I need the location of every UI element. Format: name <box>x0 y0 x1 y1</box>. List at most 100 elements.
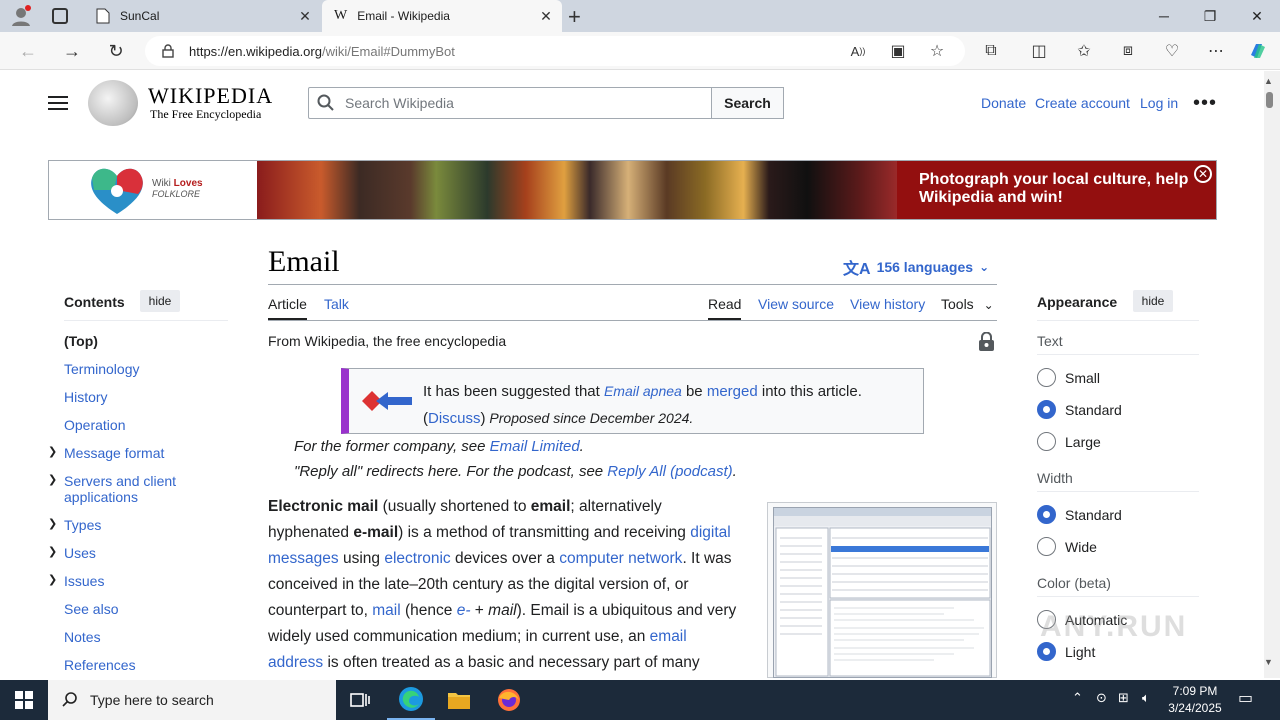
tab-email-wikipedia[interactable]: W Email - Wikipedia ✕ <box>322 0 562 32</box>
page-scrollbar[interactable] <box>1264 71 1280 678</box>
toc-item-servers-clients[interactable]: Servers and client applications <box>64 473 194 505</box>
back-button[interactable]: ← <box>13 36 43 66</box>
search-input[interactable]: Search Wikipedia <box>308 87 712 119</box>
close-tab-button[interactable]: ✕ <box>538 8 554 25</box>
color-light-label[interactable]: Light <box>1065 644 1095 660</box>
toc-item-uses[interactable]: Uses <box>64 545 229 561</box>
windows-start-icon[interactable] <box>0 680 48 720</box>
width-wide-label[interactable]: Wide <box>1065 539 1097 555</box>
email-apnea-link[interactable]: Email apnea <box>604 383 682 399</box>
tools-menu[interactable]: Tools ⌄ <box>941 296 994 312</box>
color-light-radio[interactable] <box>1037 642 1056 661</box>
email-limited-link[interactable]: Email Limited <box>490 438 580 455</box>
text-small-label[interactable]: Small <box>1065 370 1100 386</box>
scroll-up-arrow[interactable]: ▲ <box>1264 76 1273 86</box>
browser-essentials-icon[interactable]: ♡ <box>1157 36 1187 66</box>
tab-view-history[interactable]: View history <box>850 296 925 312</box>
task-view-icon[interactable] <box>336 680 384 720</box>
expand-caret-icon[interactable]: ❯ <box>48 445 57 458</box>
e-prefix-link[interactable]: e- <box>457 602 471 619</box>
favorite-star-icon[interactable]: ☆ <box>922 36 952 66</box>
show-hidden-icons[interactable]: ⌃ <box>1072 690 1083 706</box>
tab-view-source[interactable]: View source <box>758 296 834 312</box>
close-tab-button[interactable]: ✕ <box>297 8 313 25</box>
main-menu-icon[interactable] <box>48 93 68 111</box>
expand-caret-icon[interactable]: ❯ <box>48 473 57 486</box>
toc-item-notes[interactable]: Notes <box>64 629 229 645</box>
immersive-reader-icon[interactable]: ▣ <box>883 36 913 66</box>
tab-talk[interactable]: Talk <box>324 296 349 312</box>
read-aloud-icon[interactable]: A)) <box>843 36 873 66</box>
toc-item-terminology[interactable]: Terminology <box>64 361 229 377</box>
banner-close-icon[interactable]: ✕ <box>1194 165 1212 183</box>
tab-suncal[interactable]: SunCal ✕ <box>84 0 321 32</box>
wikipedia-wordmark[interactable]: WIKIPEDIA <box>148 83 273 109</box>
expand-caret-icon[interactable]: ❯ <box>48 545 57 558</box>
taskbar-clock[interactable]: 7:09 PM 3/24/2025 <box>1162 683 1228 717</box>
settings-more-icon[interactable]: ⋯ <box>1201 36 1231 66</box>
wikipedia-globe-logo[interactable] <box>88 80 138 126</box>
text-standard-label[interactable]: Standard <box>1065 402 1122 418</box>
toc-item-history[interactable]: History <box>64 389 229 405</box>
forward-button[interactable]: → <box>57 36 87 66</box>
refresh-button[interactable]: ↻ <box>101 36 131 66</box>
email-client-screenshot[interactable] <box>773 507 992 678</box>
network-icon[interactable]: ⊞ <box>1118 690 1129 706</box>
text-large-radio[interactable] <box>1037 432 1056 451</box>
file-explorer-icon[interactable] <box>435 680 483 720</box>
banner-text[interactable]: Photograph your local culture, help Wiki… <box>919 171 1199 207</box>
toc-item-see-also[interactable]: See also <box>64 601 229 617</box>
volume-icon[interactable]: 🔈︎ <box>1142 690 1150 706</box>
firefox-icon[interactable] <box>485 680 533 720</box>
appearance-hide-button[interactable]: hide <box>1133 290 1173 312</box>
width-standard-radio[interactable] <box>1037 505 1056 524</box>
text-small-radio[interactable] <box>1037 368 1056 387</box>
protection-lock-icon[interactable] <box>978 331 995 352</box>
expand-caret-icon[interactable]: ❯ <box>48 517 57 530</box>
toc-item-message-format[interactable]: Message format <box>64 445 229 461</box>
reply-all-podcast-link[interactable]: Reply All (podcast) <box>607 463 732 480</box>
address-bar[interactable]: https://en.wikipedia.org/wiki/Email#Dumm… <box>145 36 965 66</box>
split-screen-icon[interactable]: ◫ <box>1024 36 1054 66</box>
toc-item-issues[interactable]: Issues <box>64 573 229 589</box>
mail-link[interactable]: mail <box>372 602 400 619</box>
toc-item-top[interactable]: (Top) <box>64 333 229 349</box>
toc-item-references[interactable]: References <box>64 657 229 673</box>
notifications-icon[interactable]: ▭ <box>1238 688 1253 708</box>
favorites-icon[interactable]: ✩ <box>1069 36 1099 66</box>
create-account-link[interactable]: Create account <box>1035 95 1130 111</box>
text-large-label[interactable]: Large <box>1065 434 1101 450</box>
new-tab-button[interactable]: + <box>568 4 581 30</box>
copilot-icon[interactable] <box>1243 36 1273 66</box>
merged-link[interactable]: merged <box>707 383 758 400</box>
discuss-link[interactable]: Discuss <box>428 410 481 427</box>
tray-app-icon[interactable]: ⊙ <box>1096 690 1107 706</box>
toc-hide-button[interactable]: hide <box>140 290 180 312</box>
extensions-icon[interactable]: ⧉ <box>976 36 1006 66</box>
log-in-link[interactable]: Log in <box>1140 95 1178 111</box>
expand-caret-icon[interactable]: ❯ <box>48 573 57 586</box>
tab-actions-icon[interactable] <box>52 8 68 24</box>
tab-read[interactable]: Read <box>708 296 742 320</box>
scrollbar-thumb[interactable] <box>1266 92 1273 108</box>
computer-network-link[interactable]: computer network <box>559 550 682 567</box>
minimize-button[interactable]: ─ <box>1141 0 1187 32</box>
personal-tools-menu[interactable]: ••• <box>1193 92 1217 115</box>
donate-link[interactable]: Donate <box>981 95 1026 111</box>
maximize-button[interactable]: ❐ <box>1187 0 1233 32</box>
search-button[interactable]: Search <box>711 87 784 119</box>
tab-article[interactable]: Article <box>268 296 307 320</box>
electronic-link[interactable]: electronic <box>384 550 450 567</box>
width-standard-label[interactable]: Standard <box>1065 507 1122 523</box>
text-standard-radio[interactable] <box>1037 400 1056 419</box>
toc-item-operation[interactable]: Operation <box>64 417 229 433</box>
close-window-button[interactable]: ✕ <box>1234 0 1280 32</box>
profile-icon[interactable] <box>10 5 32 27</box>
edge-browser-icon[interactable] <box>387 680 435 720</box>
languages-button[interactable]: 文A 156 languages ⌄ <box>843 255 989 279</box>
collections-icon[interactable]: ⧈ <box>1113 36 1143 66</box>
scroll-down-arrow[interactable]: ▼ <box>1264 657 1273 667</box>
width-wide-radio[interactable] <box>1037 537 1056 556</box>
taskbar-search-box[interactable]: Type here to search <box>48 680 336 720</box>
toc-item-types[interactable]: Types <box>64 517 229 533</box>
